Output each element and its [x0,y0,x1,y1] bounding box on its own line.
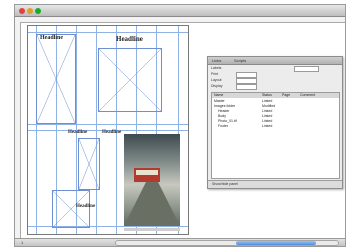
cover-photo[interactable] [124,134,180,226]
field-label: Display [211,84,223,88]
links-panel[interactable]: Links Scripts Labels Print Layout Displa… [207,56,343,189]
panel-footer-text: Show/hide panel [212,182,238,186]
layout-page[interactable]: Headline Headline Headline Headline Head… [27,25,189,235]
row-name: Footer [218,124,229,128]
panel-footer: Show/hide panel [208,180,342,188]
zoom-window-button[interactable] [35,8,41,14]
tab-links[interactable]: Links [212,58,221,63]
column-header-status[interactable]: Status [262,93,272,97]
photo-content [124,168,180,226]
status-bar: 1 [15,238,345,246]
field-label: Layout [211,78,222,82]
text-frame-bottom[interactable] [52,190,90,228]
field-label: Labels [211,66,222,70]
scrollbar-thumb[interactable] [236,241,316,245]
display-dropdown[interactable] [236,84,257,90]
table-row[interactable]: Footer Linked [212,124,339,129]
headline-top-left: Headline [40,35,64,41]
headline-top-right: Headline [116,35,143,43]
headline-mid-left: Headline [68,130,88,135]
row-status: Linked [262,109,273,113]
headline-bottom: Headline [76,204,96,209]
column-header-comment[interactable]: Comment [300,93,315,97]
text-frame[interactable] [36,34,76,124]
field-label: Print [211,72,219,76]
minimize-window-button[interactable] [27,8,33,14]
page-indicator[interactable]: 1 [21,240,23,245]
row-name: Header [218,109,230,113]
title-bar [15,5,345,17]
panel-tab-bar: Links Scripts [208,57,342,65]
links-table: Master Linked Images folder Modified Hea… [211,98,340,179]
column-header-name[interactable]: Name [214,93,223,97]
row-guide [28,32,188,33]
row-name: Master [214,99,225,103]
row-status: Modified [262,104,276,108]
row-name: Photo_01.tif [218,119,237,123]
image-frame-small[interactable] [78,138,100,190]
row-name: Images folder [214,104,236,108]
photo-caption [124,228,180,231]
row-status: Linked [262,119,273,123]
row-guide [28,124,188,125]
column-header-page[interactable]: Page [282,93,290,97]
labels-field[interactable] [294,66,319,72]
row-status: Linked [262,124,273,128]
row-name: Body [218,114,226,118]
tab-scripts[interactable]: Scripts [234,58,246,63]
image-frame[interactable] [98,48,162,112]
headline-mid-center: Headline [102,130,122,135]
application-window: Headline Headline Headline Headline Head… [14,4,346,247]
close-window-button[interactable] [19,8,25,14]
row-status: Linked [262,114,273,118]
row-status: Linked [262,99,273,103]
horizontal-scrollbar[interactable] [115,240,339,246]
